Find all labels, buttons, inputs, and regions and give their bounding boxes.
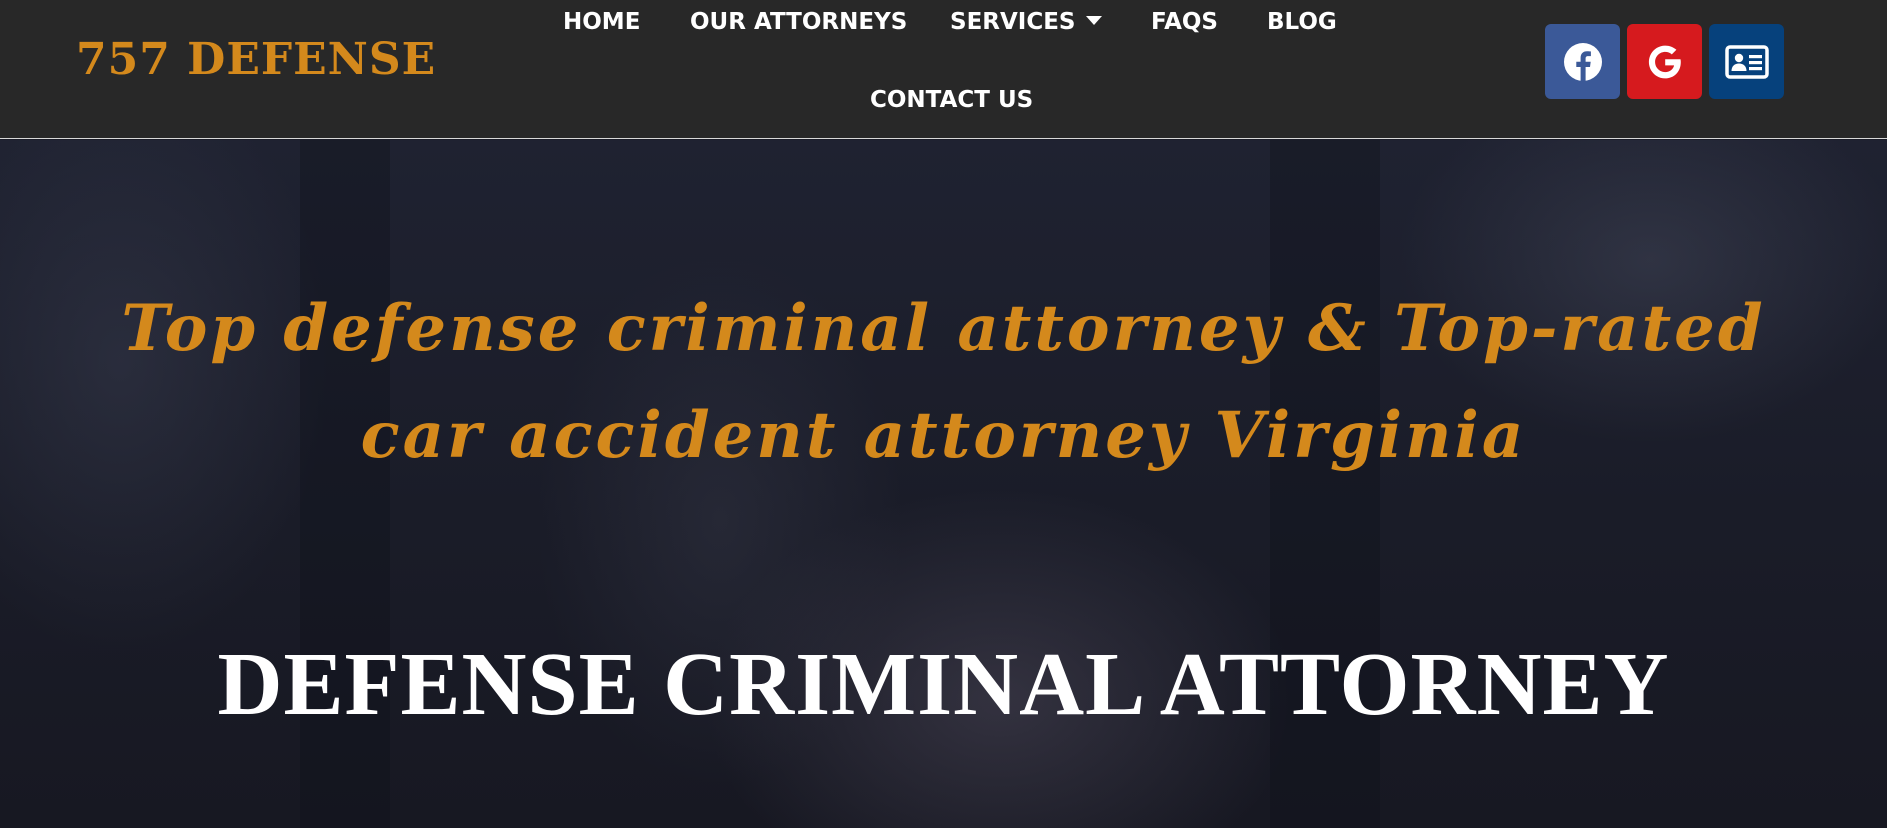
hero-title: DEFENSE CRIMINAL ATTORNEY xyxy=(217,635,1670,734)
nav-services[interactable]: SERVICES xyxy=(950,8,1102,36)
nav-blog[interactable]: BLOG xyxy=(1267,8,1337,36)
site-header: 757 DEFENSE HOME OUR ATTORNEYS SERVICES … xyxy=(0,0,1887,139)
nav-our-attorneys[interactable]: OUR ATTORNEYS xyxy=(690,8,907,36)
facebook-button[interactable] xyxy=(1545,24,1620,99)
site-logo[interactable]: 757 DEFENSE xyxy=(76,32,436,88)
google-button[interactable] xyxy=(1627,24,1702,99)
nav-home[interactable]: HOME xyxy=(563,8,640,36)
contact-card-icon xyxy=(1724,44,1769,79)
contact-card-button[interactable] xyxy=(1709,24,1784,99)
facebook-icon xyxy=(1563,42,1602,81)
nav-faqs[interactable]: FAQS xyxy=(1151,8,1218,36)
google-icon xyxy=(1648,45,1681,78)
chevron-down-icon xyxy=(1085,16,1102,25)
nav-contact-us[interactable]: CONTACT US xyxy=(870,86,1033,114)
hero-tagline: Top defense criminal attorney & Top-rate… xyxy=(121,291,1766,473)
nav-services-label: SERVICES xyxy=(950,9,1076,35)
